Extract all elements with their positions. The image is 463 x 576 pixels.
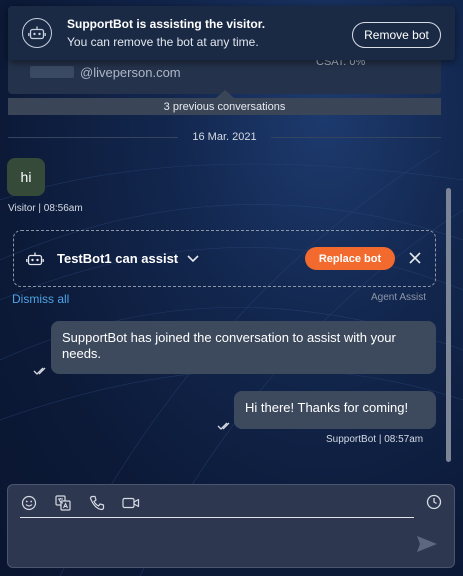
read-receipt-icon bbox=[33, 367, 46, 375]
previous-conversations-label: 3 previous conversations bbox=[163, 100, 286, 113]
remove-bot-button[interactable]: Remove bot bbox=[352, 22, 441, 48]
bot-message-text: Hi there! Thanks for coming! bbox=[245, 400, 409, 415]
translate-icon[interactable] bbox=[54, 494, 72, 512]
visitor-email: @liveperson.com bbox=[80, 65, 181, 80]
redacted-name bbox=[30, 66, 74, 78]
banner-title: SupportBot is assisting the visitor. bbox=[67, 17, 266, 31]
date-label: 16 Mar. 2021 bbox=[192, 131, 257, 143]
visitor-message-meta: Visitor | 08:56am bbox=[8, 203, 83, 214]
chevron-down-icon[interactable] bbox=[186, 252, 200, 266]
close-icon[interactable] bbox=[407, 250, 423, 266]
send-icon[interactable] bbox=[416, 535, 438, 553]
phone-icon[interactable] bbox=[88, 494, 106, 512]
agent-assist-label: Agent Assist bbox=[371, 292, 427, 303]
bot-message-bubble: SupportBot has joined the conversation t… bbox=[51, 321, 436, 374]
clock-icon[interactable] bbox=[426, 494, 444, 512]
replace-bot-button[interactable]: Replace bot bbox=[305, 247, 395, 270]
transcript-scrollbar[interactable] bbox=[446, 188, 451, 462]
emoji-icon[interactable] bbox=[20, 494, 38, 512]
message-composer[interactable] bbox=[7, 484, 455, 568]
date-divider: 16 Mar. 2021 bbox=[8, 130, 441, 144]
robot-icon bbox=[25, 249, 45, 269]
bot-message-bubble: Hi there! Thanks for coming! bbox=[234, 391, 436, 429]
bot-message-text: SupportBot has joined the conversation t… bbox=[62, 330, 396, 361]
previous-conversations-toggle[interactable]: 3 previous conversations bbox=[8, 90, 441, 115]
visitor-message-text: hi bbox=[20, 169, 32, 185]
video-icon[interactable] bbox=[122, 494, 140, 512]
bot-message-meta: SupportBot | 08:57am bbox=[326, 434, 424, 445]
composer-divider bbox=[20, 517, 414, 518]
read-receipt-icon bbox=[217, 422, 230, 430]
bot-assist-banner: SupportBot is assisting the visitor. You… bbox=[8, 6, 455, 60]
dismiss-all-link[interactable]: Dismiss all bbox=[12, 292, 69, 306]
banner-subtitle: You can remove the bot at any time. bbox=[67, 35, 259, 49]
bot-suggestion-card: TestBot1 can assist Replace bot bbox=[13, 230, 436, 287]
robot-icon bbox=[22, 18, 52, 48]
visitor-message-bubble: hi bbox=[7, 158, 45, 196]
suggestion-title: TestBot1 can assist bbox=[57, 251, 179, 266]
